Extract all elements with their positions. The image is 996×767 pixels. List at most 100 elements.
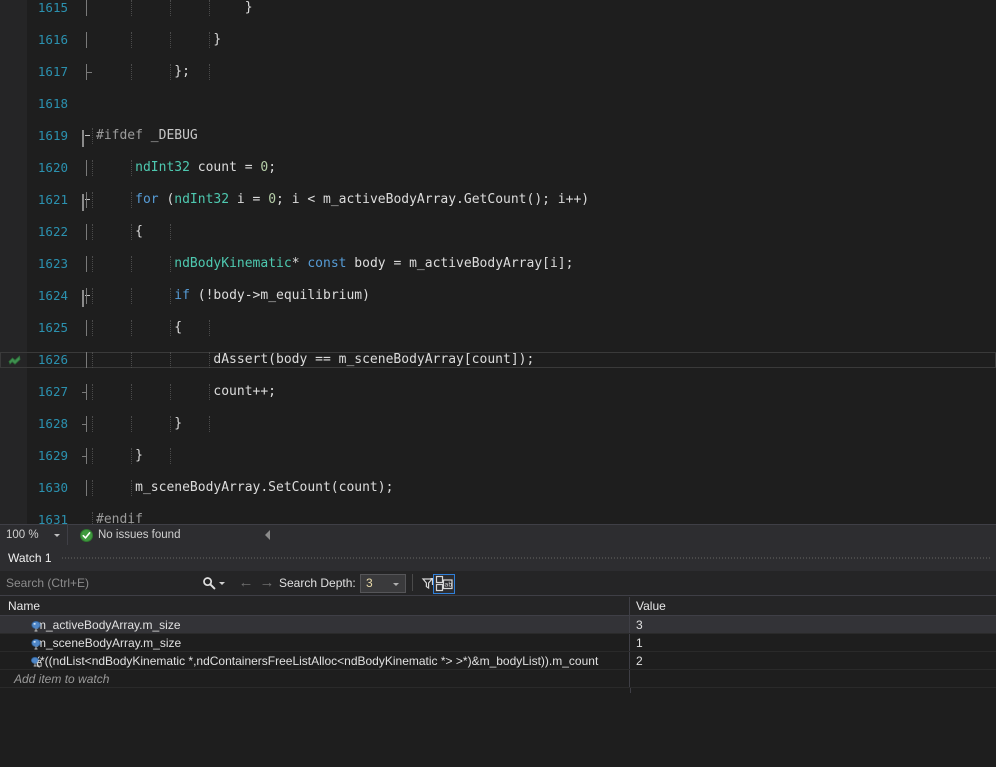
search-depth-combobox[interactable]: 3 (360, 574, 406, 593)
code-text: for (ndInt32 i = 0; i < m_activeBodyArra… (96, 192, 589, 208)
watch-empty-area (0, 693, 996, 767)
column-header-value[interactable]: Value (630, 597, 996, 615)
issues-status-label: No issues found (98, 529, 180, 541)
line-number: 1619 (28, 128, 68, 144)
editor-status-bar: 100 % No issues found (0, 524, 996, 545)
watch-row-name-cell[interactable]: m_activeBodyArray.m_size (0, 616, 630, 633)
line-number: 1615 (28, 0, 68, 16)
zoom-level-combobox[interactable]: 100 % (0, 525, 68, 545)
hexadecimal-display-button[interactable]: ab (433, 574, 455, 594)
zoom-level-label: 100 % (6, 529, 39, 541)
code-line[interactable]: 1617 }; (0, 64, 996, 80)
watch-toolbar: ← → Search Depth: 3 ab (0, 571, 996, 596)
watch-row-name-cell[interactable]: (*((ndList<ndBodyKinematic *,ndContainer… (0, 652, 630, 669)
line-number: 1628 (28, 416, 68, 432)
watch-row[interactable]: m_activeBodyArray.m_size3 (0, 616, 996, 634)
code-line[interactable]: 1620 ndInt32 count = 0; (0, 160, 996, 176)
watch-panel-title: Watch 1 (8, 551, 52, 565)
code-line[interactable]: 1631#endif (0, 512, 996, 524)
line-number: 1621 (28, 192, 68, 208)
code-line[interactable]: 1624 if (!body->m_equilibrium) (0, 288, 996, 304)
code-line[interactable]: 1627 count++; (0, 384, 996, 400)
code-line[interactable]: 1625 { (0, 320, 996, 336)
bookmark-icon[interactable] (8, 355, 21, 366)
status-collapse-arrow-icon[interactable] (265, 530, 270, 540)
collapse-toggle-icon[interactable] (82, 131, 93, 142)
line-number: 1622 (28, 224, 68, 240)
add-watch-row-value[interactable] (630, 670, 996, 687)
outlining-bar (86, 256, 87, 272)
svg-text:ab: ab (444, 581, 452, 589)
code-line[interactable]: 1615 } (0, 0, 996, 16)
title-dotted-separator (62, 557, 992, 559)
watch-row-value[interactable]: 2 (630, 652, 996, 669)
line-number: 1627 (28, 384, 68, 400)
indent-guide (92, 160, 93, 176)
code-editor[interactable]: 1615 }1616 }1617 };16181619#ifdef _DEBUG… (0, 0, 996, 524)
code-line[interactable]: 1626 dAssert(body == m_sceneBodyArray[co… (0, 352, 996, 368)
magnifier-icon[interactable] (202, 576, 216, 590)
indent-guide (170, 448, 171, 464)
outlining-tick (82, 424, 87, 425)
outlining-bar (86, 32, 87, 48)
indent-guide (92, 352, 93, 368)
line-number: 1617 (28, 64, 68, 80)
code-text: } (96, 448, 143, 464)
column-header-name[interactable]: Name (0, 597, 630, 615)
variable-icon (30, 637, 42, 649)
outlining-bar-end (86, 64, 92, 73)
issues-status[interactable]: No issues found (80, 529, 180, 542)
code-line[interactable]: 1623 ndBodyKinematic* const body = m_act… (0, 256, 996, 272)
line-number: 1625 (28, 320, 68, 336)
code-line[interactable]: 1621 for (ndInt32 i = 0; i < m_activeBod… (0, 192, 996, 208)
chevron-down-icon (393, 583, 399, 586)
watch-row-name-cell[interactable]: m_sceneBodyArray.m_size (0, 634, 630, 651)
code-text: } (96, 32, 221, 48)
outlining-bar (86, 352, 87, 368)
watch-row-value[interactable]: 3 (630, 616, 996, 633)
arrow-right-icon[interactable]: → (258, 575, 276, 591)
line-number: 1624 (28, 288, 68, 304)
watch-grid-header: Name Value (0, 597, 996, 616)
code-line[interactable]: 1630 m_sceneBodyArray.SetCount(count); (0, 480, 996, 496)
line-number: 1616 (28, 32, 68, 48)
code-text: if (!body->m_equilibrium) (96, 288, 370, 304)
indent-guide (92, 512, 93, 524)
code-line[interactable]: 1628 } (0, 416, 996, 432)
search-input[interactable] (0, 572, 200, 594)
indent-guide (170, 224, 171, 240)
code-line-container[interactable]: 1615 }1616 }1617 };16181619#ifdef _DEBUG… (0, 0, 996, 524)
code-line[interactable]: 1618 (0, 96, 996, 112)
variable-private-icon (30, 655, 42, 667)
watch-panel-title-bar[interactable]: Watch 1 (0, 545, 996, 571)
add-item-to-watch-input[interactable]: Add item to watch (0, 670, 630, 687)
watch-rows-container: m_activeBodyArray.m_size3m_sceneBodyArra… (0, 616, 996, 688)
line-number: 1631 (28, 512, 68, 524)
search-options-chevron-down-icon[interactable] (219, 582, 225, 585)
search-depth-value: 3 (366, 576, 373, 590)
outlining-bar (86, 480, 87, 496)
line-number: 1626 (28, 352, 68, 368)
indent-guide (209, 64, 210, 80)
code-line[interactable]: 1616 } (0, 32, 996, 48)
watch-row[interactable]: (*((ndList<ndBodyKinematic *,ndContainer… (0, 652, 996, 670)
watch-row[interactable]: m_sceneBodyArray.m_size1 (0, 634, 996, 652)
code-line[interactable]: 1622 { (0, 224, 996, 240)
collapse-toggle-icon[interactable] (82, 195, 93, 206)
code-text: count++; (96, 384, 276, 400)
code-line[interactable]: 1629 } (0, 448, 996, 464)
code-text: dAssert(body == m_sceneBodyArray[count])… (96, 352, 534, 368)
code-text: ndBodyKinematic* const body = m_activeBo… (96, 256, 573, 272)
code-text: }; (96, 64, 190, 80)
check-circle-icon (80, 529, 93, 542)
arrow-left-icon[interactable]: ← (237, 575, 255, 591)
add-watch-row[interactable]: Add item to watch (0, 670, 996, 688)
code-line[interactable]: 1619#ifdef _DEBUG (0, 128, 996, 144)
toolbar-separator (412, 574, 413, 591)
watch-row-value[interactable]: 1 (630, 634, 996, 651)
code-text: } (96, 0, 253, 16)
collapse-toggle-icon[interactable] (82, 291, 93, 302)
outlining-tick (82, 392, 87, 393)
line-number: 1623 (28, 256, 68, 272)
line-number: 1629 (28, 448, 68, 464)
